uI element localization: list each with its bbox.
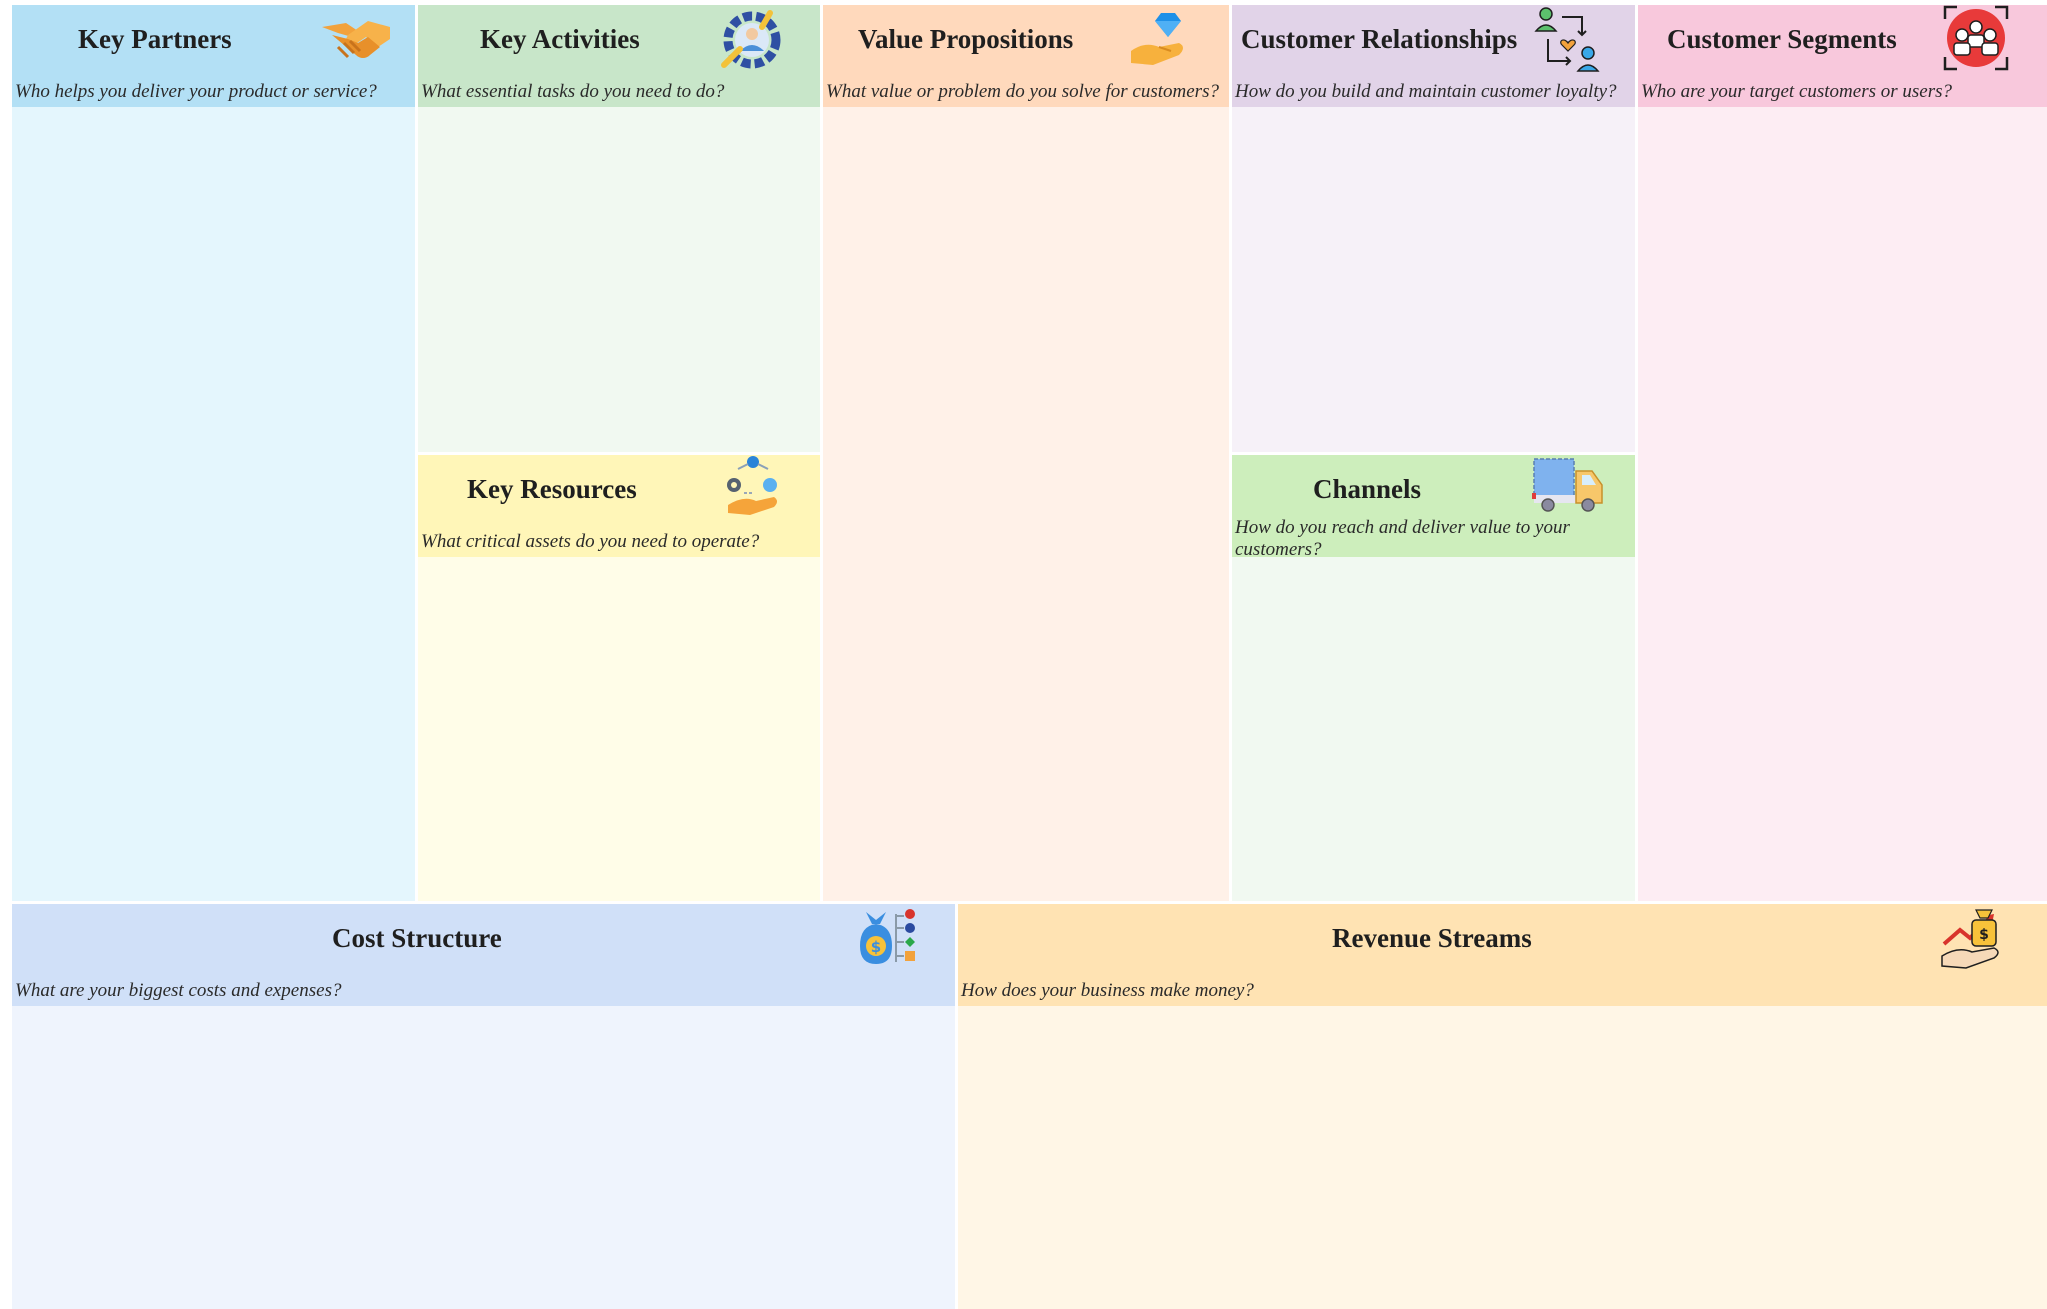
money-bag-chart-icon: $	[854, 904, 924, 970]
key-resources-block: Key Resources What critical assets do yo…	[418, 455, 820, 901]
value-propositions-question: What value or problem do you solve for c…	[826, 81, 1219, 102]
channels-question: How do you reach and deliver value to yo…	[1235, 517, 1570, 560]
svg-text:$: $	[1979, 927, 1989, 943]
key-activities-block: Key Activities What essential tasks do y…	[418, 5, 820, 452]
key-partners-title: Key Partners	[78, 24, 232, 54]
revenue-streams-question: How does your business make money?	[961, 980, 1254, 1001]
delivery-truck-icon	[1532, 457, 1604, 517]
customer-segments-title: Customer Segments	[1667, 24, 1897, 54]
key-resources-question: What critical assets do you need to oper…	[421, 531, 760, 552]
customer-segments-question: Who are your target customers or users?	[1641, 81, 1953, 102]
key-activities-question: What essential tasks do you need to do?	[421, 81, 725, 102]
channels-title: Channels	[1313, 474, 1422, 504]
revenue-streams-title: Revenue Streams	[1332, 923, 1532, 953]
value-propositions-block: Value Propositions What value or problem…	[823, 5, 1229, 901]
value-propositions-title: Value Propositions	[858, 24, 1074, 54]
customer-relationships-block: Customer Relationships How do you build …	[1232, 5, 1635, 452]
handshake-icon	[318, 13, 394, 69]
gear-worker-icon	[718, 7, 786, 73]
channels-block: Channels How do you reach and deliver va…	[1232, 455, 1635, 901]
customer-relationships-question: How do you build and maintain customer l…	[1235, 81, 1617, 102]
people-heart-icon	[1534, 5, 1602, 73]
key-activities-title: Key Activities	[480, 24, 640, 54]
key-partners-question: Who helps you deliver your product or se…	[15, 81, 377, 102]
diamond-hand-icon	[1129, 11, 1195, 69]
target-group-icon	[1943, 5, 2009, 71]
revenue-streams-block: Revenue Streams How does your business m…	[958, 904, 2047, 1309]
key-resources-title: Key Resources	[467, 474, 637, 504]
key-partners-block: Key Partners Who helps you deliver your …	[12, 5, 415, 901]
customer-segments-block: Customer Segments Who are your target cu…	[1638, 5, 2047, 901]
cost-structure-title: Cost Structure	[332, 923, 502, 953]
cost-structure-question: What are your biggest costs and expenses…	[15, 980, 342, 1001]
business-model-canvas: Key Partners Who helps you deliver your …	[0, 0, 2047, 1309]
cost-structure-block: Cost Structure What are your biggest cos…	[12, 904, 955, 1309]
customer-relationships-title: Customer Relationships	[1241, 24, 1518, 54]
resources-hand-icon	[724, 455, 782, 519]
money-growth-icon: $	[1940, 904, 2008, 970]
svg-text:$: $	[871, 938, 881, 956]
